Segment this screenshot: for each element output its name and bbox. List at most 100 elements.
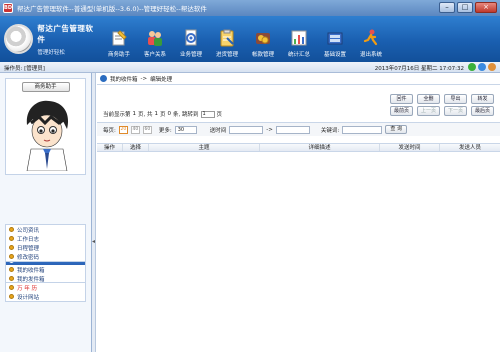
- first-page-button[interactable]: 最前页: [390, 106, 413, 116]
- pen-notepad-icon: [110, 29, 128, 47]
- app-icon: BD: [3, 3, 13, 13]
- assistant-title: 商务助手: [21, 82, 70, 92]
- logo: 帮达广告管理软件 管理好轻松: [4, 20, 100, 58]
- nav-item-design-website[interactable]: 设计网站: [6, 292, 85, 301]
- reply-button[interactable]: 回件: [390, 94, 413, 104]
- collapse-arrow-icon[interactable]: ◂: [92, 238, 95, 245]
- main-content: 我的收件箱 -> 编辑处理 当前显示第 1 页, 共 1 页 0 条, 跳转到 …: [97, 73, 500, 352]
- nav-item-label: 公司资讯: [17, 227, 40, 234]
- nav-group-office: 公司资讯 工作日志 日程管理 修改密码: [5, 224, 86, 262]
- more-label: 更多:: [158, 127, 172, 134]
- col-action[interactable]: 操作: [97, 144, 123, 151]
- page-size-60[interactable]: 60: [142, 125, 152, 134]
- toolbar-business-management[interactable]: 业务管理: [174, 20, 208, 58]
- toolbar-business-assistant[interactable]: 商务助手: [102, 20, 136, 58]
- record-count: 0: [167, 111, 172, 117]
- total-pages: 1: [154, 111, 159, 117]
- bullet-icon: [9, 285, 14, 290]
- page-size-label: 每页:: [103, 127, 116, 134]
- toolbar-customer-relations[interactable]: 客户关系: [138, 20, 172, 58]
- toolbar-label: 基础设置: [323, 52, 346, 58]
- maximize-button[interactable]: □: [457, 2, 473, 13]
- keyword-input[interactable]: [342, 125, 383, 134]
- toolbar-accounts-management[interactable]: 帐款管理: [246, 20, 280, 58]
- cartoon-avatar: [21, 97, 73, 172]
- toolbar-label: 统计汇总: [287, 52, 310, 58]
- title-bar: BD 帮达广告管理软件--普通型(单机版--3.6.0)--管理好轻松--帮达软…: [0, 0, 500, 16]
- toolbar-basic-settings[interactable]: 基础设置: [318, 20, 352, 58]
- more-select[interactable]: 30: [174, 125, 197, 134]
- help-icon[interactable]: [478, 63, 486, 71]
- nav-item-label: 工作日志: [17, 236, 40, 243]
- online-status-icon[interactable]: [468, 63, 476, 71]
- toolbar-label: 业务管理: [179, 52, 202, 58]
- nav-item-label: 修改密码: [17, 254, 40, 261]
- forward-button[interactable]: 转发: [471, 94, 494, 104]
- toolbar-label: 商务助手: [107, 52, 130, 58]
- page-size-20[interactable]: 20: [118, 125, 128, 134]
- toolbar-label: 退出系统: [359, 52, 382, 58]
- message-icon[interactable]: [488, 63, 496, 71]
- nav-item-change-password[interactable]: 修改密码: [6, 252, 85, 261]
- pager-text: 条, 跳转到: [173, 112, 199, 118]
- settings-box-icon: [326, 29, 344, 47]
- col-subject[interactable]: 主题: [149, 144, 260, 151]
- coins-icon: [254, 29, 272, 47]
- filter-bar: 每页: 20 40 60 更多: 30 送时间 -> 关键词: 查 询: [97, 123, 500, 136]
- left-panel: 商务助手 我的信箱 我的收件箱 我的发件箱 公司资讯 工作日志 日程管理 修改密…: [0, 73, 92, 352]
- nav-item-label: 设计网站: [17, 294, 40, 301]
- jump-page-select[interactable]: 1: [200, 110, 215, 118]
- people-icon: [146, 29, 164, 47]
- toolbar-exit-system[interactable]: 退出系统: [354, 20, 388, 58]
- assistant-box: 商务助手: [5, 78, 86, 175]
- query-button[interactable]: 查 询: [385, 125, 408, 134]
- pager-text: 当前显示第: [103, 112, 131, 118]
- minimize-button[interactable]: –: [439, 2, 455, 13]
- prev-page-button[interactable]: 上一页: [417, 106, 440, 116]
- delete-all-button[interactable]: 全删: [417, 94, 440, 104]
- logo-disc-icon: [4, 24, 34, 54]
- next-page-button[interactable]: 下一页: [444, 106, 467, 116]
- keyword-label: 关键词:: [320, 127, 340, 134]
- nav-item-company-news[interactable]: 公司资讯: [6, 225, 85, 234]
- page-size-40[interactable]: 40: [130, 125, 140, 134]
- nav-group-tools: 万 年 历 设计网站: [5, 282, 86, 302]
- home-icon: [100, 75, 107, 82]
- col-send-time[interactable]: 发送时间: [380, 144, 440, 151]
- breadcrumb-inbox[interactable]: 我的收件箱: [110, 75, 138, 83]
- nav-item-calendar[interactable]: 万 年 历: [6, 283, 85, 292]
- close-button[interactable]: ×: [475, 2, 497, 13]
- send-time-label: 送时间: [209, 127, 227, 134]
- panel-splitter[interactable]: ◂: [92, 73, 96, 352]
- bullet-icon: [9, 236, 14, 241]
- main-toolbar: 帮达广告管理软件 管理好轻松 商务助手 客户关系 业务管理 进货管理 帐款管理 …: [0, 16, 500, 62]
- col-description[interactable]: 详细描述: [260, 144, 380, 151]
- nav-item-inbox[interactable]: 我的收件箱: [6, 265, 85, 274]
- last-page-button[interactable]: 最后页: [471, 106, 494, 116]
- nav-item-work-log[interactable]: 工作日志: [6, 234, 85, 243]
- logo-title: 帮达广告管理软件: [37, 23, 94, 44]
- breadcrumb-arrow: ->: [140, 75, 148, 82]
- current-page: 1: [132, 111, 137, 117]
- breadcrumb: 我的收件箱 -> 编辑处理: [97, 73, 500, 85]
- pager-text: 页: [160, 112, 166, 118]
- bullet-icon: [9, 276, 14, 281]
- toolbar-statistics[interactable]: 统计汇总: [282, 20, 316, 58]
- time-from-input[interactable]: [229, 125, 264, 134]
- time-to-input[interactable]: [275, 125, 310, 134]
- col-sender[interactable]: 发送人员: [440, 144, 500, 151]
- operator-label: 操作员: [管理员]: [4, 66, 45, 72]
- nav-item-label: 日程管理: [17, 245, 40, 252]
- time-range-arrow: ->: [266, 126, 273, 133]
- bar-chart-icon: [290, 29, 308, 47]
- clipboard-icon: [218, 29, 236, 47]
- col-select[interactable]: 选择: [123, 144, 149, 151]
- bullet-icon: [9, 227, 14, 232]
- toolbar-purchase-management[interactable]: 进货管理: [210, 20, 244, 58]
- exit-runner-icon: [362, 29, 380, 47]
- gear-document-icon: [182, 29, 200, 47]
- pager-text: 页: [216, 112, 223, 118]
- bullet-icon: [9, 267, 14, 272]
- export-button[interactable]: 导出: [444, 94, 467, 104]
- nav-item-schedule[interactable]: 日程管理: [6, 243, 85, 252]
